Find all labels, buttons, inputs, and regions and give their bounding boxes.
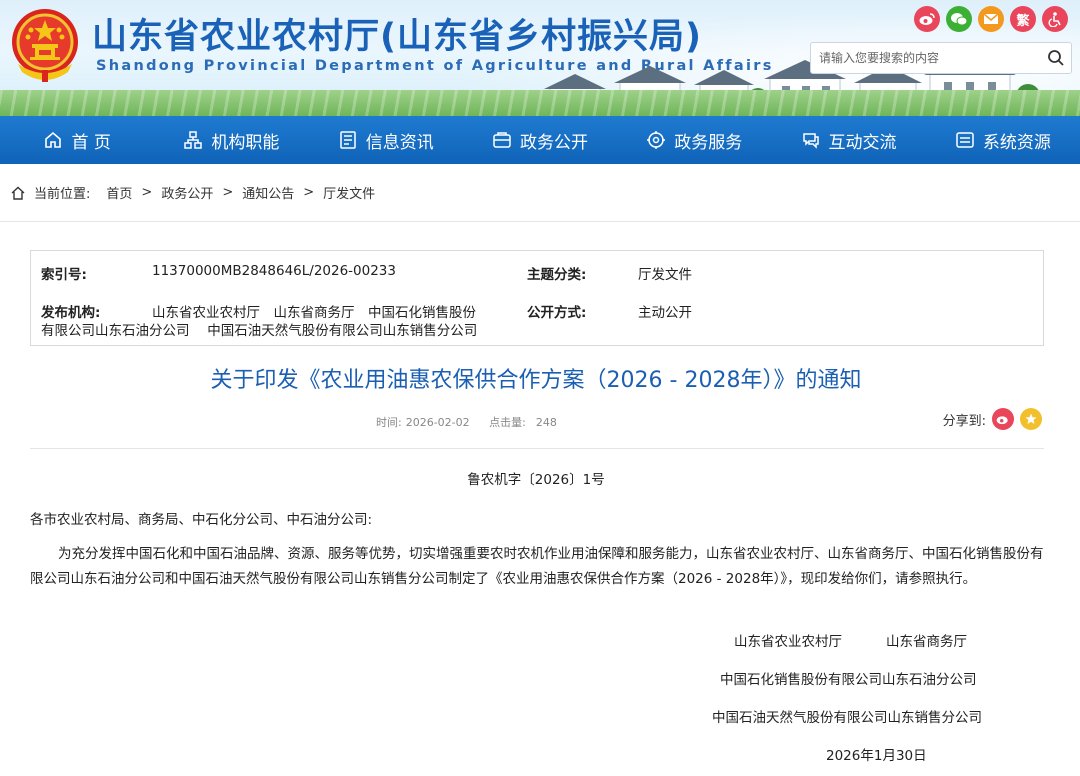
chat-icon [802,133,819,149]
search-box [810,42,1072,74]
farmland-decoration [0,90,1080,116]
publisher-value-line1: 山东省农业农村厅 山东省商务厅 中国石化销售股份 [152,305,476,321]
signature-agri-dept: 山东省农业农村厅 [734,634,842,650]
breadcrumb-separator: > [222,185,234,200]
share-weibo-icon[interactable] [992,408,1014,430]
nav-label: 政务公开 [519,132,588,153]
breadcrumb-home[interactable]: 首页 [106,183,132,202]
news-icon [339,131,356,149]
nav-item-gov-open[interactable]: 政务公开 [463,116,617,164]
article-info: 时间: 2026-02-02 点击量: 248 [376,414,573,430]
accessibility-icon[interactable] [1042,6,1068,32]
share-label: 分享到: [942,413,986,429]
disclosure-value: 主动公开 [638,305,692,321]
nav-label: 政务服务 [674,132,743,153]
signature-petrochina: 中国石油天然气股份有限公司山东销售分公司 [712,710,982,726]
breadcrumb-notices[interactable]: 通知公告 [242,183,294,202]
breadcrumb-separator: > [303,185,315,200]
home-icon [45,131,62,148]
nav-item-system[interactable]: 系统资源 [926,116,1080,164]
index-label: 索引号: [41,267,87,283]
traditional-chinese-button[interactable]: 繁 [1010,6,1036,32]
divider [30,448,1044,449]
home-icon [10,185,26,201]
org-icon [184,131,203,149]
article-title: 关于印发《农业用油惠农保供合作方案（2026 - 2028年）》的通知 [210,368,862,393]
index-value: 11370000MB2848646L/2026-00233 [152,263,396,279]
time-value: 2026-02-02 [405,416,470,429]
clicks-label: 点击量: [489,416,526,429]
search-input[interactable] [811,43,1041,73]
signature-sinopec: 中国石化销售股份有限公司山东石油分公司 [720,672,977,688]
salutation: 各市农业农村局、商务局、中石化分公司、中石油分公司: [30,512,373,528]
share-favorite-icon[interactable] [1020,408,1042,430]
nav-item-home[interactable]: 首 页 [0,116,154,164]
nav-label: 机构职能 [211,132,280,153]
nav-label: 互动交流 [828,132,897,153]
breadcrumb: 当前位置: 首页 > 政务公开 > 通知公告 > 厅发文件 [0,164,1080,222]
article-body: 为充分发挥中国石化和中国石油品牌、资源、服务等优势，切实增强重要农时农机作业用油… [30,546,1044,587]
signature-date: 2026年1月30日 [826,748,927,764]
disclosure-label: 公开方式: [527,305,587,321]
document-meta-box: 索引号: 11370000MB2848646L/2026-00233 主题分类:… [30,250,1044,346]
social-bar: 繁 [914,6,1068,32]
nav-label: 系统资源 [982,132,1051,153]
nav-item-interaction[interactable]: 互动交流 [771,116,925,164]
national-emblem-icon [12,9,78,82]
breadcrumb-separator: > [141,185,153,200]
share-bar: 分享到: [943,408,1042,430]
nav-item-gov-service[interactable]: 政务服务 [617,116,771,164]
main-nav: 首 页 机构职能 信息资讯 政务公开 政务服务 互动交流 系统资源 [0,116,1080,164]
nav-label: 首 页 [71,132,111,153]
clicks-value: 248 [535,416,557,429]
breadcrumb-label: 当前位置: [34,187,91,202]
nav-item-news[interactable]: 信息资讯 [309,116,463,164]
search-icon[interactable] [1041,43,1071,73]
topic-label: 主题分类: [527,267,587,283]
mail-icon[interactable] [978,6,1004,32]
topic-value: 厅发文件 [638,267,692,283]
site-header: 山东省农业农村厅(山东省乡村振兴局) Shandong Provincial D… [0,0,1080,116]
signature-commerce-dept: 山东省商务厅 [886,634,967,650]
breadcrumb-dept-docs[interactable]: 厅发文件 [323,183,375,202]
weibo-icon[interactable] [914,6,940,32]
open-icon [493,132,511,148]
time-label: 时间: [376,416,402,429]
nav-label: 信息资讯 [365,132,434,153]
wechat-icon[interactable] [946,6,972,32]
publisher-value-line2: 有限公司山东石油分公司 中国石油天然气股份有限公司山东销售分公司 [41,323,478,339]
breadcrumb-gov-open[interactable]: 政务公开 [161,183,213,202]
system-icon [956,132,974,148]
service-icon [647,131,666,149]
document-number: 鲁农机字〔2026〕1号 [467,472,605,488]
nav-item-org[interactable]: 机构职能 [154,116,308,164]
